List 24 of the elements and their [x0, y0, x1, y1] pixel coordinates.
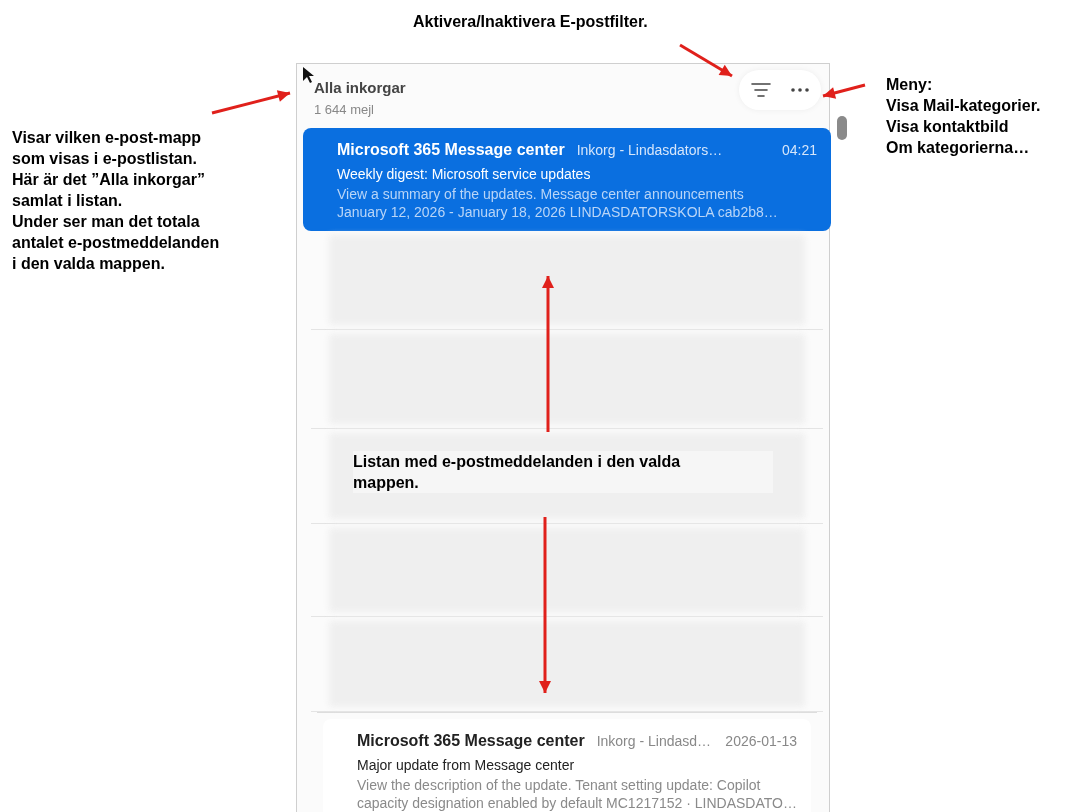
- arrow: [679, 43, 733, 78]
- annotation-text: Meny: Visa Mail-kategorier. Visa kontaktbild Om kategorierna…: [886, 75, 1041, 158]
- sender-name: Microsoft 365 Message center: [357, 731, 585, 751]
- annotation-text: Listan med e-postmeddelanden i den valda mappen.: [353, 451, 773, 493]
- annotation-text: Visar vilken e-post-mapp som visas i e-postlistan. Här är det ”Alla inkorgar” samlat i listan. Under ser man det totala antalet e-postmeddelanden i den valda mappen.: [12, 128, 220, 274]
- filter-icon[interactable]: [751, 83, 771, 97]
- message-preview: capacity designation enabled by default MC1217152 · LINDASDATO…: [357, 794, 797, 812]
- scrollbar-thumb[interactable]: [836, 116, 847, 140]
- annotation-text: Aktivera/Inaktivera E-postfilter.: [413, 12, 648, 32]
- message-preview: View a summary of the updates. Message center announcements: [337, 185, 745, 203]
- folder-name: Inkorg - Lindasd…: [596, 732, 713, 751]
- message-subject: Major update from Message center: [357, 756, 576, 775]
- folder-title: Alla inkorgar: [314, 78, 406, 98]
- mouse-pointer-icon: [302, 66, 314, 84]
- arrow: [822, 83, 866, 99]
- message-time: 2026-01-13: [725, 732, 797, 751]
- message-subject: Weekly digest: Microsoft service updates: [337, 165, 592, 184]
- folder-name: Inkorg - Lindasdators…: [576, 141, 724, 160]
- sender-name: Microsoft 365 Message center: [337, 140, 565, 160]
- message-preview: View the description of the update. Tenant setting update: Copilot: [357, 776, 762, 794]
- mail-count: 1 644 mejl: [314, 100, 375, 119]
- message-time: 04:21: [781, 141, 817, 160]
- message-preview: January 12, 2026 - January 18, 2026 LINDASDATORSKOLA cab2b8…: [337, 203, 779, 221]
- more-icon[interactable]: [791, 88, 809, 92]
